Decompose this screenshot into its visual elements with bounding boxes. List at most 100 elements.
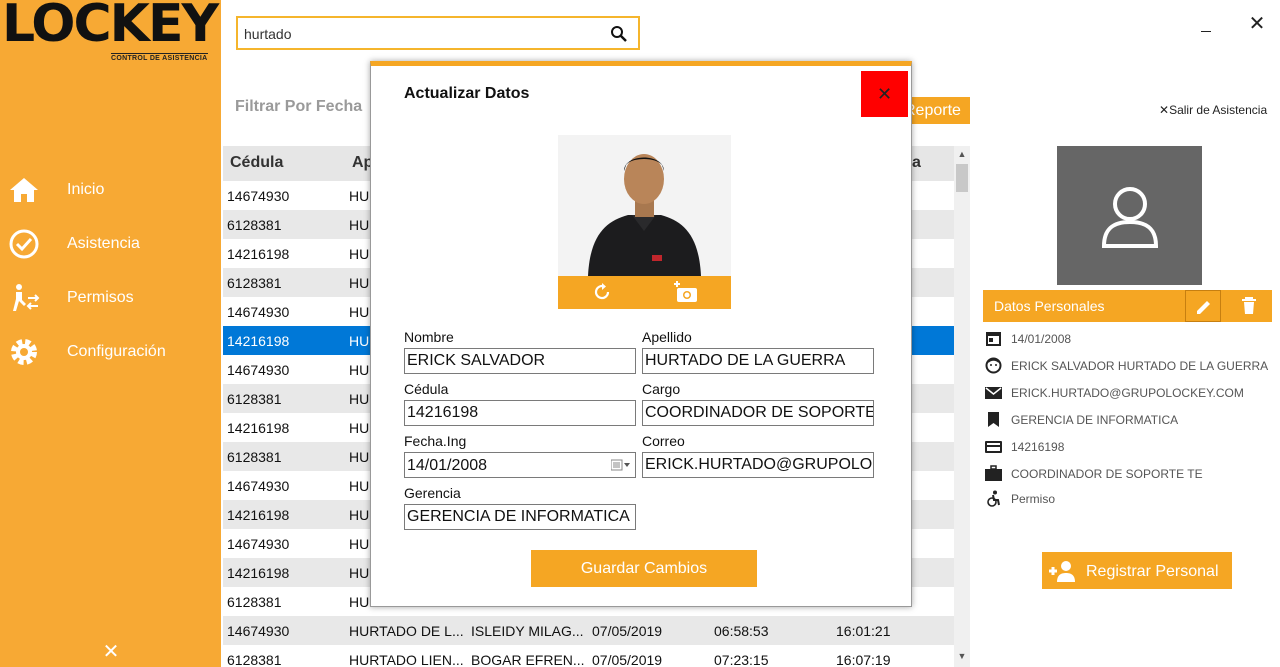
sidebar-item-label: Permisos xyxy=(67,289,134,306)
table-cell: 06:58:53 xyxy=(714,623,769,639)
exit-attendance-link[interactable]: ✕Salir de Asistencia xyxy=(1159,103,1267,117)
edit-button[interactable] xyxy=(1185,290,1221,322)
dialog-close-button[interactable]: ✕ xyxy=(861,71,908,117)
info-text: 14216198 xyxy=(1011,440,1065,454)
table-cell: HU xyxy=(349,333,370,349)
refresh-icon[interactable] xyxy=(592,282,612,302)
table-cell: HU xyxy=(349,391,370,407)
logo-subtitle: CONTROL DE ASISTENCIA xyxy=(111,53,208,62)
table-cell: 6128381 xyxy=(227,652,282,667)
table-cell: 14216198 xyxy=(227,565,290,581)
add-person-icon xyxy=(1049,561,1075,582)
cargo-field[interactable]: COORDINADOR DE SOPORTE xyxy=(642,400,874,426)
table-cell: ISLEIDY MILAG... xyxy=(471,623,584,639)
column-header[interactable]: Cédula xyxy=(230,154,283,172)
calendar-dropdown-icon[interactable] xyxy=(611,459,631,471)
cedula-label: Cédula xyxy=(404,381,449,397)
table-cell: 14216198 xyxy=(227,507,290,523)
table-cell: 6128381 xyxy=(227,275,282,291)
sidebar-item-permisos[interactable]: Permisos xyxy=(0,278,221,318)
scroll-thumb[interactable] xyxy=(956,164,968,192)
apellido-field[interactable]: HURTADO DE LA GUERRA xyxy=(642,348,874,374)
personal-data-title: Datos Personales xyxy=(994,298,1105,314)
table-cell: 14216198 xyxy=(227,333,290,349)
avatar xyxy=(1057,146,1202,285)
table-cell: HU xyxy=(349,507,370,523)
photo-toolbar xyxy=(558,276,731,309)
date-picker[interactable]: 14/01/2008 xyxy=(404,452,636,478)
table-cell: 6128381 xyxy=(227,391,282,407)
table-cell: HU xyxy=(349,449,370,465)
correo-field[interactable]: ERICK.HURTADO@GRUPOLOC xyxy=(642,452,874,478)
search-input[interactable]: hurtado xyxy=(236,16,640,50)
table-cell: BOGAR EFREN... xyxy=(471,652,585,667)
sidebar-item-configuracion[interactable]: Configuración xyxy=(0,332,221,372)
register-personal-button[interactable]: Registrar Personal xyxy=(1042,552,1232,589)
save-changes-button[interactable]: Guardar Cambios xyxy=(531,550,757,587)
table-cell: 07:23:15 xyxy=(714,652,769,667)
cargo-label: Cargo xyxy=(642,381,681,397)
table-cell: 07/05/2019 xyxy=(592,623,663,639)
sidebar-item-asistencia[interactable]: Asistencia xyxy=(0,224,221,264)
info-text: 14/01/2008 xyxy=(1011,332,1072,346)
delete-button[interactable] xyxy=(1231,290,1267,322)
sidebar-close-button[interactable]: ✕ xyxy=(101,642,121,662)
table-cell: HU xyxy=(349,536,370,552)
correo-label: Correo xyxy=(642,433,685,449)
table-cell: 07/05/2019 xyxy=(592,652,663,667)
add-photo-icon[interactable] xyxy=(674,281,698,303)
sidebar-item-label: Configuración xyxy=(67,343,166,360)
info-text: Permiso xyxy=(1011,492,1056,506)
card-icon xyxy=(985,441,1002,453)
window-close-button[interactable]: ✕ xyxy=(1247,14,1267,34)
mail-icon xyxy=(985,387,1002,399)
register-button-label: Registrar Personal xyxy=(1086,563,1219,580)
table-row[interactable]: 14674930 HURTADO DE L... ISLEIDY MILAG... 0… xyxy=(223,616,954,645)
info-text: ERICK.HURTADO@GRUPOLOCKEY.COM xyxy=(1011,386,1244,400)
sidebar-item-label: Inicio xyxy=(67,181,105,198)
gerencia-field[interactable]: GERENCIA DE INFORMATICA xyxy=(404,504,636,530)
minimize-button[interactable] xyxy=(1197,14,1217,34)
info-text: ERICK SALVADOR HURTADO DE LA GUERRA xyxy=(1011,359,1269,373)
table-cell: 14674930 xyxy=(227,304,290,320)
search-icon[interactable] xyxy=(610,25,628,43)
exit-link-label: Salir de Asistencia xyxy=(1169,103,1268,117)
apellido-label: Apellido xyxy=(642,329,692,345)
column-header[interactable]: a xyxy=(912,154,921,172)
sidebar: LOCKEY CONTROL DE ASISTENCIA Inicio Asis… xyxy=(0,0,221,667)
info-text: COORDINADOR DE SOPORTE TE xyxy=(1011,467,1203,481)
personal-data-header: Datos Personales xyxy=(983,290,1272,322)
check-circle-icon xyxy=(9,229,39,259)
fecha-value: 14/01/2008 xyxy=(407,457,488,474)
info-email: ERICK.HURTADO@GRUPOLOCKEY.COM xyxy=(985,382,1275,404)
update-data-dialog: Actualizar Datos ✕ Nombre ERICK SALVADOR… xyxy=(370,61,912,607)
briefcase-icon xyxy=(985,465,1002,481)
nombre-field[interactable]: ERICK SALVADOR xyxy=(404,348,636,374)
table-cell: 14674930 xyxy=(227,623,290,639)
table-cell: HU xyxy=(349,275,370,291)
table-row[interactable]: 6128381 HURTADO LIEN... BOGAR EFREN... 07/0… xyxy=(223,645,954,667)
info-position: COORDINADOR DE SOPORTE TE xyxy=(985,463,1275,485)
filter-date-label: Filtrar Por Fecha xyxy=(235,98,363,115)
calendar-icon xyxy=(986,332,1001,346)
gear-icon xyxy=(11,339,37,365)
close-icon: ✕ xyxy=(1159,103,1170,117)
table-cell: 14674930 xyxy=(227,362,290,378)
scroll-up-arrow-icon[interactable]: ▲ xyxy=(954,149,970,159)
table-cell: 14674930 xyxy=(227,478,290,494)
scroll-down-arrow-icon[interactable]: ▼ xyxy=(954,651,970,661)
gerencia-label: Gerencia xyxy=(404,485,461,501)
bookmark-icon xyxy=(988,412,999,427)
info-department: GERENCIA DE INFORMATICA xyxy=(985,409,1275,431)
table-cell: HU xyxy=(349,246,370,262)
accessible-icon xyxy=(987,490,1000,507)
cedula-field[interactable]: 14216198 xyxy=(404,400,636,426)
sidebar-item-inicio[interactable]: Inicio xyxy=(0,170,221,210)
table-cell: 14216198 xyxy=(227,246,290,262)
nombre-label: Nombre xyxy=(404,329,454,345)
table-cell: 14674930 xyxy=(227,536,290,552)
face-icon xyxy=(985,357,1002,374)
table-cell: 14216198 xyxy=(227,420,290,436)
table-scrollbar[interactable]: ▲ ▼ xyxy=(954,146,970,667)
minimize-icon xyxy=(1201,31,1211,32)
